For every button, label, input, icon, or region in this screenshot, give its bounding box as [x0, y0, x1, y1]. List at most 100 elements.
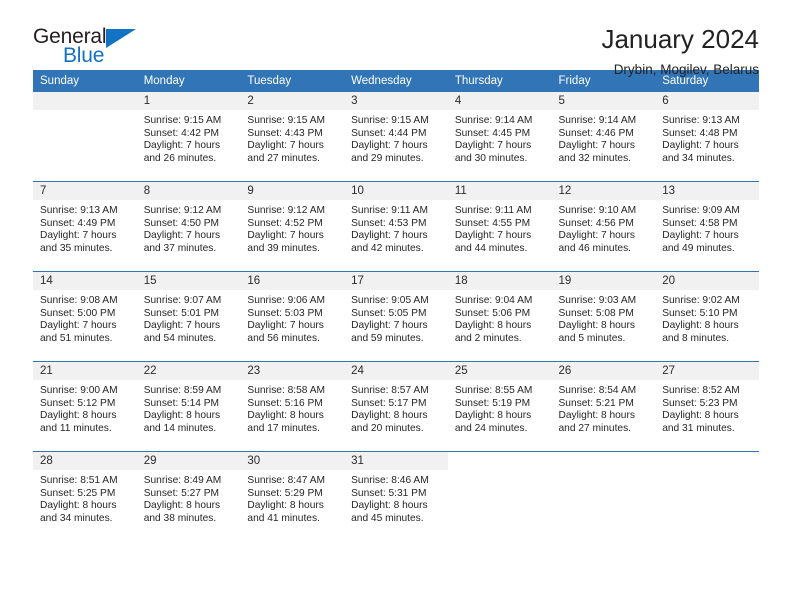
- calendar-day-cell[interactable]: 9 Sunrise: 9:12 AM Sunset: 4:52 PM Daylight…: [240, 181, 345, 272]
- day-number: 6: [655, 92, 759, 110]
- day-number: 16: [240, 272, 345, 290]
- day-daylight-1-text: Daylight: 8 hours: [143, 500, 221, 512]
- day-sunrise-text: Sunrise: 9:02 AM: [662, 295, 740, 306]
- day-cell-inner: 20 Sunrise: 9:02 AM Sunset: 5:10 PM Dayligh…: [655, 272, 759, 361]
- weekday-header-tuesday: Tuesday: [240, 70, 345, 92]
- day-cell-inner: 4 Sunrise: 9:14 AM Sunset: 4:45 PM Daylight…: [447, 92, 552, 181]
- calendar-day-cell[interactable]: 5 Sunrise: 9:14 AM Sunset: 4:46 PM Daylight…: [551, 92, 656, 182]
- calendar-day-cell[interactable]: 12 Sunrise: 9:10 AM Sunset: 4:56 PM Dayligh…: [551, 181, 656, 272]
- day-sunrise-text: Sunrise: 8:49 AM: [143, 475, 222, 486]
- day-daylight-2-text: and 27 minutes.: [247, 152, 320, 164]
- day-daylight-1-text: Daylight: 7 hours: [143, 140, 221, 152]
- day-cell-inner: [552, 452, 656, 541]
- day-sunrise-text: Sunrise: 8:52 AM: [662, 385, 740, 396]
- day-daylight-1-text: Daylight: 8 hours: [454, 410, 532, 422]
- calendar-day-cell[interactable]: 14 Sunrise: 9:08 AM Sunset: 5:00 PM Dayligh…: [33, 271, 137, 362]
- day-daylight-1-text: Daylight: 8 hours: [558, 320, 635, 332]
- day-cell-inner: 12 Sunrise: 9:10 AM Sunset: 4:56 PM Dayligh…: [551, 182, 656, 271]
- day-daylight-2-text: and 8 minutes.: [662, 332, 730, 344]
- day-cell-inner: [655, 452, 759, 541]
- logo-triangle-icon: [106, 29, 136, 48]
- day-cell-inner: 15 Sunrise: 9:07 AM Sunset: 5:01 PM Dayligh…: [136, 272, 241, 361]
- calendar-day-cell[interactable]: 26 Sunrise: 8:54 AM Sunset: 5:21 PM Dayligh…: [551, 361, 656, 452]
- day-sunset-text: Sunset: 5:19 PM: [454, 397, 531, 409]
- day-daylight-2-text: and 2 minutes.: [454, 332, 522, 344]
- day-daylight-2-text: and 49 minutes.: [662, 242, 735, 254]
- calendar-day-cell[interactable]: 11 Sunrise: 9:11 AM Sunset: 4:55 PM Dayligh…: [447, 181, 552, 272]
- calendar-day-cell: [33, 92, 137, 182]
- calendar-day-cell[interactable]: 23 Sunrise: 8:58 AM Sunset: 5:16 PM Dayligh…: [240, 361, 345, 452]
- calendar-day-cell[interactable]: 17 Sunrise: 9:05 AM Sunset: 5:05 PM Dayligh…: [344, 271, 448, 362]
- weekday-header-thursday: Thursday: [447, 70, 552, 92]
- day-sun-info: Sunrise: 8:54 AM Sunset: 5:21 PM Daylight:…: [552, 380, 656, 435]
- calendar-day-cell[interactable]: 8 Sunrise: 9:12 AM Sunset: 4:50 PM Daylight…: [136, 181, 241, 272]
- day-sunrise-text: Sunrise: 8:58 AM: [247, 385, 325, 396]
- day-sun-info: Sunrise: 8:52 AM Sunset: 5:23 PM Daylight:…: [655, 380, 759, 435]
- day-number: 9: [240, 182, 345, 200]
- day-number: 7: [33, 182, 137, 200]
- day-daylight-2-text: and 5 minutes.: [558, 332, 626, 344]
- day-sunrise-text: Sunrise: 9:11 AM: [454, 205, 532, 216]
- day-number: 13: [655, 182, 759, 200]
- day-sunrise-text: Sunrise: 9:15 AM: [247, 115, 325, 126]
- day-number: 12: [551, 182, 656, 200]
- calendar-week-row: 28 Sunrise: 8:51 AM Sunset: 5:25 PM Dayligh…: [33, 451, 759, 541]
- day-daylight-1-text: Daylight: 7 hours: [247, 230, 324, 242]
- day-number: 28: [33, 452, 137, 470]
- day-number: 15: [136, 272, 241, 290]
- calendar-day-cell[interactable]: 24 Sunrise: 8:57 AM Sunset: 5:17 PM Dayligh…: [344, 361, 448, 452]
- day-daylight-1-text: Daylight: 7 hours: [351, 230, 428, 242]
- day-daylight-1-text: Daylight: 7 hours: [558, 140, 635, 152]
- day-daylight-1-text: Daylight: 7 hours: [143, 320, 221, 332]
- day-sunset-text: Sunset: 5:01 PM: [143, 307, 220, 319]
- calendar-day-cell[interactable]: 30 Sunrise: 8:47 AM Sunset: 5:29 PM Dayligh…: [240, 451, 345, 541]
- calendar-day-cell[interactable]: 31 Sunrise: 8:46 AM Sunset: 5:31 PM Dayligh…: [344, 451, 448, 541]
- day-sun-info: Sunrise: 9:15 AM Sunset: 4:42 PM Daylight:…: [137, 110, 241, 165]
- day-daylight-1-text: Daylight: 8 hours: [143, 410, 221, 422]
- calendar-day-cell[interactable]: 27 Sunrise: 8:52 AM Sunset: 5:23 PM Dayligh…: [655, 361, 759, 452]
- calendar-day-cell[interactable]: 21 Sunrise: 9:00 AM Sunset: 5:12 PM Dayligh…: [33, 361, 137, 452]
- day-sunrise-text: Sunrise: 9:11 AM: [351, 205, 428, 216]
- calendar-day-cell[interactable]: 16 Sunrise: 9:06 AM Sunset: 5:03 PM Dayligh…: [240, 271, 345, 362]
- calendar-day-cell[interactable]: 10 Sunrise: 9:11 AM Sunset: 4:53 PM Dayligh…: [344, 181, 448, 272]
- calendar-day-cell[interactable]: 2 Sunrise: 9:15 AM Sunset: 4:43 PM Daylight…: [240, 92, 345, 182]
- calendar-day-cell[interactable]: 1 Sunrise: 9:15 AM Sunset: 4:42 PM Daylight…: [136, 92, 241, 182]
- day-daylight-1-text: Daylight: 7 hours: [247, 140, 324, 152]
- calendar-day-cell[interactable]: 4 Sunrise: 9:14 AM Sunset: 4:45 PM Daylight…: [447, 92, 552, 182]
- calendar-day-cell[interactable]: 29 Sunrise: 8:49 AM Sunset: 5:27 PM Dayligh…: [136, 451, 241, 541]
- day-sunset-text: Sunset: 5:03 PM: [247, 307, 323, 319]
- day-sun-info: Sunrise: 8:57 AM Sunset: 5:17 PM Daylight:…: [344, 380, 448, 435]
- day-sunrise-text: Sunrise: 8:55 AM: [454, 385, 533, 396]
- calendar-day-cell: [551, 451, 656, 541]
- calendar-day-cell[interactable]: 22 Sunrise: 8:59 AM Sunset: 5:14 PM Dayligh…: [136, 361, 241, 452]
- day-number: 31: [344, 452, 448, 470]
- calendar-day-cell[interactable]: 7 Sunrise: 9:13 AM Sunset: 4:49 PM Daylight…: [33, 181, 137, 272]
- day-daylight-1-text: Daylight: 8 hours: [247, 500, 324, 512]
- day-sunrise-text: Sunrise: 8:54 AM: [558, 385, 637, 396]
- day-cell-inner: 19 Sunrise: 9:03 AM Sunset: 5:08 PM Dayligh…: [551, 272, 656, 361]
- day-sunset-text: Sunset: 5:06 PM: [454, 307, 531, 319]
- day-daylight-1-text: Daylight: 8 hours: [662, 320, 739, 332]
- day-daylight-2-text: and 32 minutes.: [558, 152, 632, 164]
- day-sunset-text: Sunset: 4:42 PM: [143, 127, 220, 139]
- calendar-day-cell[interactable]: 15 Sunrise: 9:07 AM Sunset: 5:01 PM Dayligh…: [136, 271, 241, 362]
- day-sunset-text: Sunset: 4:49 PM: [40, 217, 116, 229]
- calendar-day-cell[interactable]: 28 Sunrise: 8:51 AM Sunset: 5:25 PM Dayligh…: [33, 451, 137, 541]
- day-number: [448, 452, 552, 470]
- day-sunset-text: Sunset: 4:46 PM: [558, 127, 634, 139]
- calendar-day-cell[interactable]: 3 Sunrise: 9:15 AM Sunset: 4:44 PM Daylight…: [344, 92, 448, 182]
- day-cell-inner: 8 Sunrise: 9:12 AM Sunset: 4:50 PM Daylight…: [136, 182, 241, 271]
- calendar-day-cell[interactable]: 25 Sunrise: 8:55 AM Sunset: 5:19 PM Dayligh…: [447, 361, 552, 452]
- title-block: January 2024 Drybin, Mogilev, Belarus: [601, 25, 759, 77]
- day-daylight-1-text: Daylight: 8 hours: [40, 410, 117, 422]
- calendar-day-cell[interactable]: 18 Sunrise: 9:04 AM Sunset: 5:06 PM Dayligh…: [447, 271, 552, 362]
- day-daylight-2-text: and 34 minutes.: [40, 512, 113, 524]
- calendar-day-cell[interactable]: 19 Sunrise: 9:03 AM Sunset: 5:08 PM Dayligh…: [551, 271, 656, 362]
- day-cell-inner: 26 Sunrise: 8:54 AM Sunset: 5:21 PM Dayligh…: [551, 362, 656, 451]
- day-number: 18: [447, 272, 552, 290]
- day-sun-info: [552, 470, 656, 475]
- calendar-day-cell[interactable]: 13 Sunrise: 9:09 AM Sunset: 4:58 PM Dayligh…: [655, 181, 759, 272]
- calendar-day-cell[interactable]: 20 Sunrise: 9:02 AM Sunset: 5:10 PM Dayligh…: [655, 271, 759, 362]
- calendar-day-cell[interactable]: 6 Sunrise: 9:13 AM Sunset: 4:48 PM Daylight…: [655, 92, 759, 182]
- day-daylight-2-text: and 41 minutes.: [247, 512, 320, 524]
